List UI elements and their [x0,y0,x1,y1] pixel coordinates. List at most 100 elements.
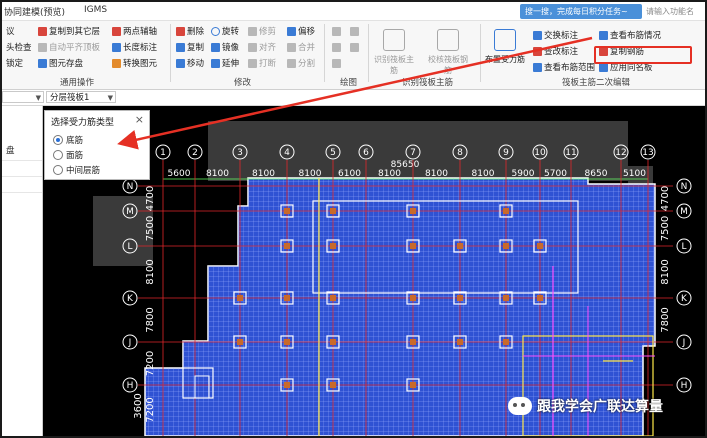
extend-button[interactable]: 延伸 [211,57,239,69]
two-point-axis-button[interactable]: 两点辅轴 [112,25,157,37]
align-icon [248,42,257,52]
column-core [457,243,463,249]
convert-element-button[interactable]: 转换图元 [112,57,157,69]
app-window: 协同建模(预览) IGMS 搜一搜，完成每日积分任务~ 请输入功能名 议 头检查… [0,0,707,438]
range-icon [533,62,542,72]
ribbon-separator [368,24,369,82]
ribbon-label: 两点辅轴 [123,27,158,37]
span-dimension: 8100 [425,169,448,179]
ribbon-label: 图元存盘 [49,59,84,69]
close-icon[interactable]: × [135,113,144,126]
delete-button[interactable]: 删除 [176,25,204,37]
axis-label: K [681,294,688,304]
radio-middle-rebar[interactable]: 中间层筋 [53,164,100,176]
axis-label: 7 [410,148,416,158]
check-raft-rebar-button[interactable]: 校核筏板钢筋 [428,27,468,77]
radio-label: 面筋 [66,151,84,161]
radio-selected-icon [53,135,63,145]
ribbon-separator [480,24,481,82]
recognize-raft-rebar-button[interactable]: 识别筏板主筋 [374,27,414,77]
radio-bottom-rebar[interactable]: 底筋 [53,134,83,146]
span-dimension: 7500 [660,216,671,241]
axis-label: 6 [363,148,369,158]
axis-label: 13 [642,148,653,158]
ribbon-label: 议 [6,27,15,37]
draw-arc-button[interactable] [332,41,341,53]
span-dimension: 8100 [252,169,275,179]
panel-label: 盘 [6,146,15,156]
function-search-input[interactable]: 请输入功能名 [642,4,705,19]
extend-icon [211,58,220,68]
button-label: 校核筏板钢筋 [428,55,468,75]
element-type-dropdown[interactable]: ▼ [2,91,44,103]
span-dimension: 7500 [145,216,156,241]
copy-button[interactable]: 复制 [176,41,204,53]
span-dimension: 7800 [660,307,671,332]
offset-button[interactable]: 偏移 [287,25,315,37]
ribbon-label: 旋转 [222,27,240,37]
ribbon-item-cut-0[interactable]: 议 [6,25,15,37]
ribbon-label: 合并 [298,43,316,53]
column-core [410,243,416,249]
align-top-icon [38,42,47,52]
background-block [93,196,153,266]
ribbon-item-cut-2[interactable]: 锁定 [6,57,23,69]
column-core [284,295,290,301]
move-button[interactable]: 移动 [176,57,204,69]
span-dimension: 6100 [338,169,361,179]
axis-label: N [681,182,688,192]
column-core [410,382,416,388]
draw-line-button[interactable] [350,25,359,37]
ribbon-label: 分割 [298,59,316,69]
highlight-box [594,46,692,64]
axis-label: M [126,207,134,217]
group-label-recognize: 识别筏板主筋 [402,78,454,88]
axis-label: 1 [160,148,166,158]
swap-label-button[interactable]: 交换标注 [533,29,578,41]
auto-align-top-button[interactable]: 自动平齐顶板 [38,41,100,53]
polyline-icon [350,42,359,52]
button-label: 识别筏板主筋 [374,55,414,75]
span-dimension: 5100 [623,169,646,179]
group-label-modify: 修改 [234,78,252,88]
tip-banner[interactable]: 搜一搜，完成每日积分任务~ [520,4,642,19]
view-label-button[interactable]: 查改标注 [533,45,578,57]
layer-dropdown[interactable]: 分层筏板1 ▼ [46,91,116,103]
draw-point-button[interactable] [332,25,341,37]
trim-button[interactable]: 修剪 [248,25,276,37]
span-dimension: 8100 [299,169,322,179]
radio-top-rebar[interactable]: 面筋 [53,149,83,161]
draw-rect-button[interactable] [332,57,341,69]
view-range-button[interactable]: 查看布筋范围 [533,61,595,73]
split-button[interactable]: 分割 [287,57,315,69]
save-element-button[interactable]: 图元存盘 [38,57,83,69]
ribbon-label: 查看布筋范围 [544,63,596,73]
copy-to-other-floor-button[interactable]: 复制到其它层 [38,25,100,37]
axis-label: N [127,182,134,192]
save-icon [38,58,47,68]
divider [2,176,42,177]
app-title: 协同建模(预览) [4,8,66,18]
column-core [410,339,416,345]
rotate-button[interactable]: 旋转 [211,25,239,37]
ribbon-label: 修剪 [259,27,277,37]
radio-label: 中间层筋 [66,166,101,176]
axis-label: 3 [237,148,243,158]
merge-button[interactable]: 合并 [287,41,315,53]
rectangle-icon [332,58,341,68]
mirror-button[interactable]: 镜像 [211,41,239,53]
ribbon-label: 头检查 [6,43,32,53]
axis-label: H [681,381,688,391]
column-core [503,208,509,214]
group-label-secondary: 筏板主筋二次编辑 [562,78,631,88]
view-rebar-layout-button[interactable]: 查看布筋情况 [599,29,661,41]
watermark-text: 跟我学会广联达算量 [537,399,663,415]
left-panel: 盘 [2,106,43,436]
place-rebar-button[interactable]: 布置受力筋 [485,27,525,77]
draw-polyline-button[interactable] [350,41,359,53]
axis-label: 10 [534,148,546,158]
break-button[interactable]: 打断 [248,57,276,69]
length-dimension-button[interactable]: 长度标注 [112,41,157,53]
align-button[interactable]: 对齐 [248,41,276,53]
ribbon-item-cut-1[interactable]: 头检查 [6,41,32,53]
